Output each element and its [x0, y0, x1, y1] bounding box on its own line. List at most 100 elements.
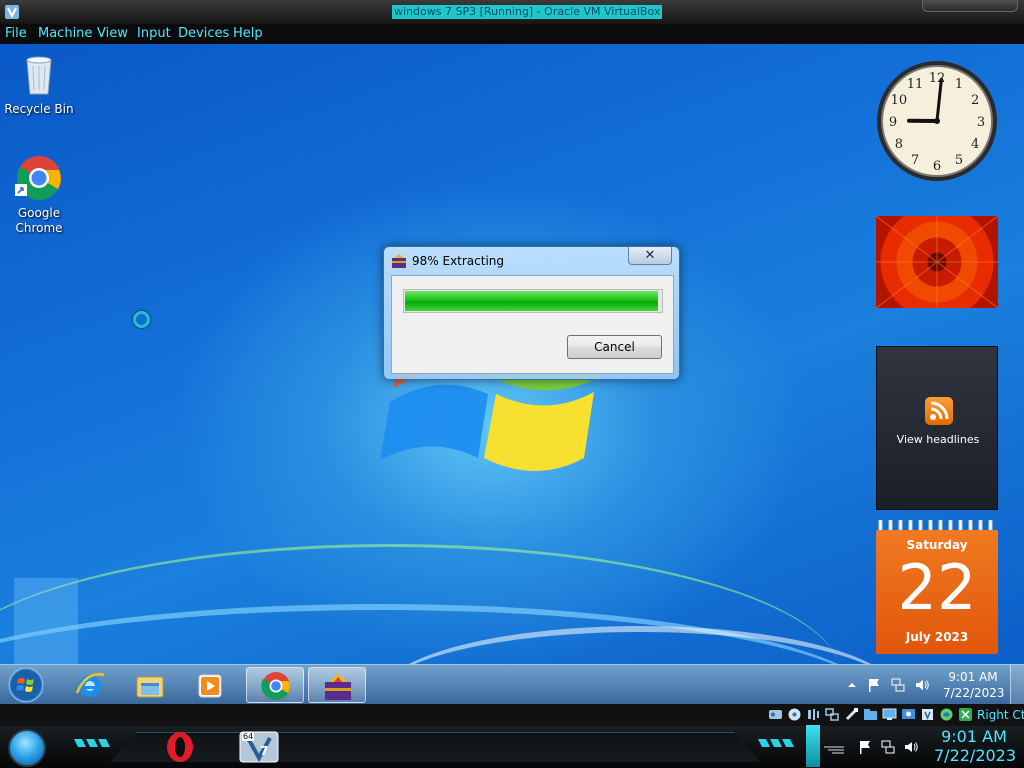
recycle-bin-icon: [26, 56, 52, 95]
slideshow-gadget[interactable]: [876, 216, 998, 308]
usb-icon[interactable]: [844, 707, 859, 722]
recording-icon[interactable]: [901, 707, 916, 722]
extracting-dialog[interactable]: 98% Extracting ✕ Cancel: [383, 246, 680, 380]
host-clock-date[interactable]: 7/22/2023: [934, 746, 1016, 765]
clock-numeral: 3: [977, 115, 985, 130]
volume-icon[interactable]: [903, 739, 919, 755]
chrome-icon: [15, 156, 61, 200]
winrar-icon: [325, 673, 351, 700]
action-center-flag-icon[interactable]: [857, 739, 873, 755]
close-button[interactable]: ✕: [628, 247, 672, 265]
close-icon: ✕: [644, 248, 656, 263]
progress-fill: [405, 291, 658, 311]
clock-numeral: 7: [911, 153, 919, 168]
host-key-label: Right Ctrl: [977, 708, 1024, 722]
chrome-icon: [261, 672, 290, 700]
menu-bar: File Machine View Input Devices Help: [0, 24, 1024, 44]
winrar-icon: [392, 254, 406, 268]
clock-numeral: 4: [971, 137, 979, 152]
screen: windows 7 SP3 [Running] - Oracle VM Virt…: [0, 0, 1024, 768]
decor-chevrons-icon: [758, 739, 794, 747]
clock-numeral: 9: [889, 115, 897, 130]
display-icon[interactable]: [882, 707, 897, 722]
menu-help[interactable]: Help: [233, 26, 263, 42]
calendar-day-name: Saturday: [906, 538, 968, 552]
dialog-title: 98% Extracting: [412, 254, 505, 268]
action-center-flag-icon[interactable]: [866, 677, 882, 693]
clock-numeral: 12: [929, 71, 946, 86]
host-taskbar: 64 7: [0, 726, 1024, 768]
virtualbox-version-badge: 7: [260, 744, 269, 758]
start-button[interactable]: [6, 666, 46, 704]
network-icon[interactable]: [880, 739, 896, 755]
volume-icon[interactable]: [914, 677, 930, 693]
taskbar: 9:01 AM 7/22/2023: [0, 664, 1024, 705]
rss-icon: [925, 397, 953, 425]
taskbar-media-player[interactable]: [181, 667, 239, 703]
network-icon[interactable]: [825, 707, 840, 722]
calendar-gadget[interactable]: Saturday 22 July 2023: [876, 520, 998, 654]
taskbar-clock-time[interactable]: 9:01 AM: [945, 670, 1001, 684]
taskbar-windows-explorer[interactable]: [121, 667, 179, 703]
calendar-month-year: July 2023: [905, 630, 969, 644]
host-title-bar[interactable]: windows 7 SP3 [Running] - Oracle VM Virt…: [0, 0, 1024, 24]
calendar-page: Saturday 22 July 2023: [876, 530, 998, 654]
cancel-button[interactable]: Cancel: [567, 335, 662, 359]
window-controls[interactable]: [922, 0, 1018, 12]
clock-gadget[interactable]: 12 12 3 45678 9 1011: [876, 60, 998, 182]
internet-explorer-icon: [75, 673, 105, 697]
menu-view[interactable]: View: [97, 26, 128, 42]
decor-chevrons-icon: [74, 739, 110, 747]
desktop-icon-google-chrome[interactable]: Google Chrome: [1, 154, 77, 236]
cpu-icon[interactable]: [920, 707, 935, 722]
menu-devices[interactable]: Devices: [178, 26, 229, 42]
clock-numeral: 6: [933, 159, 941, 174]
decor-lines-icon: [824, 746, 844, 754]
feed-headlines-gadget[interactable]: View headlines: [876, 346, 998, 510]
shared-folder-icon[interactable]: [863, 707, 878, 722]
extraction-progress-bar: [403, 289, 663, 313]
calendar-day-number: 22: [897, 551, 977, 624]
taskbar-decoration: [110, 732, 760, 762]
clock-numeral: 1: [955, 77, 963, 92]
desktop-icon-recycle-bin[interactable]: Recycle Bin: [1, 50, 77, 117]
flower-photo: [876, 216, 998, 308]
ghost-window: [14, 578, 78, 664]
host-start-button[interactable]: [8, 729, 46, 767]
menu-input[interactable]: Input: [137, 26, 171, 42]
busy-cursor: [133, 311, 150, 328]
clock-numeral: 2: [971, 93, 979, 108]
show-desktop-button[interactable]: [1010, 665, 1024, 705]
menu-machine[interactable]: Machine: [38, 26, 92, 42]
taskbar-chrome[interactable]: [246, 667, 304, 703]
clock-numeral: 11: [907, 77, 924, 92]
taskbar-winrar[interactable]: [308, 667, 366, 703]
taskbar-clock-date[interactable]: 7/22/2023: [943, 686, 1005, 700]
cpu-activity-icon[interactable]: [939, 707, 954, 722]
mouse-integration-icon[interactable]: [958, 707, 973, 722]
desktop[interactable]: Recycle Bin Google Chrome 12 1 2 3 4 5 6 7 8 9 10 1…: [0, 44, 1024, 664]
windows-explorer-icon: [136, 676, 164, 698]
host-clock-time[interactable]: 9:01 AM: [936, 727, 1012, 746]
notification-area: 9:01 AM 7/22/2023: [840, 665, 1024, 705]
optical-drive-icon[interactable]: [787, 707, 802, 722]
clock-numeral: 10: [891, 93, 908, 108]
menu-file[interactable]: File: [5, 26, 27, 42]
taskbar-internet-explorer[interactable]: [61, 667, 119, 703]
virtualbox-arch-badge: 64: [242, 732, 255, 741]
show-hidden-icons-icon[interactable]: [844, 677, 860, 693]
virtualbox-icon[interactable]: [4, 4, 20, 20]
network-icon[interactable]: [890, 677, 906, 693]
clock-numeral: 5: [955, 153, 963, 168]
host-taskbar-opera[interactable]: [160, 728, 200, 766]
media-player-icon: [198, 674, 222, 698]
window-title: windows 7 SP3 [Running] - Oracle VM Virt…: [392, 5, 663, 19]
desktop-icon-label: Google Chrome: [15, 206, 63, 235]
host-taskbar-virtualbox[interactable]: 64 7: [236, 728, 282, 766]
hard-disk-icon[interactable]: [768, 707, 783, 722]
host-taskbar-scroll-handle[interactable]: [806, 725, 820, 767]
virtualbox-status-bar: Right Ctrl: [0, 704, 1024, 726]
audio-icon[interactable]: [806, 707, 821, 722]
clock-numeral: 8: [895, 137, 903, 152]
view-headlines-link[interactable]: View headlines: [877, 433, 999, 446]
